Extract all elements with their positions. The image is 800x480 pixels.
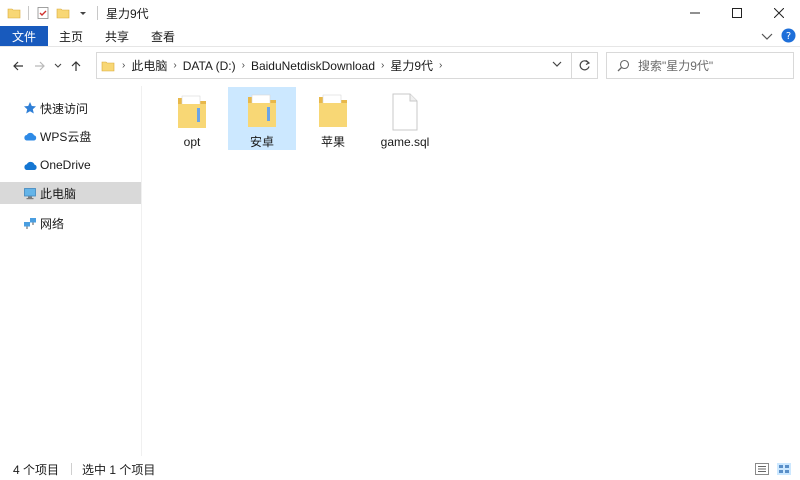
title-bar: 星力9代 bbox=[0, 0, 800, 26]
window-controls bbox=[674, 0, 800, 26]
recent-locations-icon[interactable] bbox=[51, 55, 65, 77]
minimize-button[interactable] bbox=[674, 0, 716, 26]
breadcrumb-current-folder[interactable]: 星力9代 bbox=[387, 57, 436, 74]
tab-view[interactable]: 查看 bbox=[140, 26, 186, 46]
sidebar-item-label: 快速访问 bbox=[40, 101, 89, 116]
file-name: game.sql bbox=[380, 135, 430, 149]
document-icon bbox=[388, 92, 422, 132]
breadcrumb-data-drive[interactable]: DATA (D:) bbox=[180, 59, 239, 73]
file-item-game-sql[interactable]: game.sql bbox=[371, 87, 439, 150]
breadcrumb-chevron-icon[interactable]: › bbox=[239, 60, 248, 71]
large-icons-view-icon[interactable] bbox=[776, 462, 792, 476]
search-box[interactable]: 搜索"星力9代" bbox=[606, 52, 794, 79]
breadcrumb-chevron-icon[interactable]: › bbox=[378, 60, 387, 71]
folder-icon bbox=[245, 92, 279, 130]
wps-cloud-icon bbox=[22, 128, 38, 144]
tab-share[interactable]: 共享 bbox=[94, 26, 140, 46]
status-bar: 4 个项目 选中 1 个项目 bbox=[0, 458, 800, 480]
properties-icon[interactable] bbox=[35, 5, 51, 21]
sidebar-item-network[interactable]: 网络 bbox=[0, 212, 141, 234]
file-name: 苹果 bbox=[320, 135, 345, 149]
sidebar-item-wps-cloud[interactable]: WPS云盘 bbox=[0, 125, 141, 147]
folder-icon bbox=[6, 5, 22, 21]
refresh-button[interactable] bbox=[572, 52, 598, 79]
close-button[interactable] bbox=[758, 0, 800, 26]
folder-item-apple[interactable]: 苹果 bbox=[299, 87, 367, 150]
location-folder-icon bbox=[101, 59, 115, 73]
status-divider bbox=[71, 463, 73, 475]
file-name: opt bbox=[183, 135, 201, 149]
sidebar-item-label: 网络 bbox=[40, 216, 65, 231]
item-count: 4 个项目 bbox=[13, 462, 60, 477]
tab-home[interactable]: 主页 bbox=[48, 26, 94, 46]
breadcrumb-chevron-icon[interactable]: › bbox=[119, 60, 128, 71]
tab-file[interactable]: 文件 bbox=[0, 26, 48, 46]
folder-item-android[interactable]: 安卓 bbox=[228, 87, 296, 150]
file-list-view: opt 安卓 苹果 game.sql bbox=[143, 86, 800, 456]
folder-icon bbox=[175, 92, 209, 132]
star-icon bbox=[22, 100, 38, 116]
sidebar-item-this-pc[interactable]: 此电脑 bbox=[0, 182, 141, 204]
breadcrumb-chevron-icon[interactable]: › bbox=[170, 60, 179, 71]
navigation-bar: › 此电脑 › DATA (D:) › BaiduNetdiskDownload… bbox=[0, 48, 800, 84]
ribbon-controls: ? bbox=[761, 26, 796, 47]
sidebar-item-label: WPS云盘 bbox=[40, 129, 92, 144]
selected-count: 选中 1 个项目 bbox=[82, 462, 156, 477]
quick-access-toolbar: 星力9代 bbox=[0, 0, 149, 26]
sidebar-item-label: OneDrive bbox=[40, 158, 91, 172]
help-icon[interactable]: ? bbox=[781, 28, 796, 46]
toolbar-divider bbox=[97, 6, 98, 20]
breadcrumb-baidu-download[interactable]: BaiduNetdiskDownload bbox=[248, 59, 378, 73]
window-title: 星力9代 bbox=[106, 6, 149, 21]
sidebar-item-quick-access[interactable]: 快速访问 bbox=[0, 97, 141, 119]
details-view-icon[interactable] bbox=[754, 462, 770, 476]
toolbar-divider bbox=[28, 6, 29, 20]
address-bar[interactable]: › 此电脑 › DATA (D:) › BaiduNetdiskDownload… bbox=[96, 52, 572, 79]
breadcrumb-chevron-icon[interactable]: › bbox=[436, 60, 445, 71]
breadcrumb-this-pc[interactable]: 此电脑 bbox=[128, 57, 170, 74]
ribbon-tabs: 文件 主页 共享 查看 ? bbox=[0, 26, 800, 47]
search-icon bbox=[617, 59, 630, 72]
address-history-dropdown-icon[interactable] bbox=[551, 58, 563, 73]
customize-dropdown-icon[interactable] bbox=[75, 5, 91, 21]
onedrive-cloud-icon bbox=[22, 157, 38, 173]
back-arrow-icon[interactable] bbox=[7, 55, 29, 77]
file-name: 安卓 bbox=[249, 135, 274, 149]
expand-ribbon-icon[interactable] bbox=[761, 30, 773, 44]
maximize-button[interactable] bbox=[716, 0, 758, 26]
svg-text:?: ? bbox=[786, 31, 791, 42]
folder-item-opt[interactable]: opt bbox=[158, 87, 226, 150]
forward-arrow-icon[interactable] bbox=[29, 55, 51, 77]
view-switcher bbox=[754, 462, 792, 476]
sidebar-item-label: 此电脑 bbox=[40, 186, 77, 201]
sidebar-item-onedrive[interactable]: OneDrive bbox=[0, 154, 141, 176]
search-placeholder: 搜索"星力9代" bbox=[638, 59, 714, 73]
folder-icon bbox=[316, 92, 350, 130]
computer-icon bbox=[22, 185, 38, 201]
up-arrow-icon[interactable] bbox=[65, 55, 87, 77]
new-folder-icon[interactable] bbox=[55, 5, 71, 21]
network-icon bbox=[22, 215, 38, 231]
navigation-pane: 快速访问 WPS云盘 OneDrive 此电脑 网络 bbox=[0, 86, 142, 456]
